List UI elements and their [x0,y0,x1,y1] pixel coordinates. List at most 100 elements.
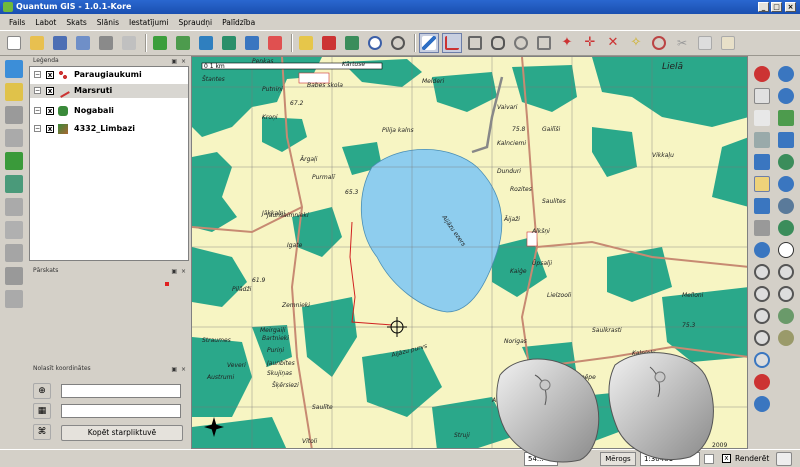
collapse-icon[interactable]: − [34,71,41,78]
new-project-button[interactable] [4,33,24,53]
table-icon[interactable] [754,110,770,126]
menu-file[interactable]: Fails [4,18,30,27]
zoom-selection-icon[interactable] [778,286,794,302]
show-layer-button[interactable] [365,33,385,53]
quick-print-icon[interactable] [778,154,794,170]
scale-input[interactable]: 1:30481 [640,452,700,466]
move-feature-button[interactable] [488,33,508,53]
layer-visibility-checkbox[interactable]: x [46,107,54,115]
plugin-tool-icon[interactable] [5,175,23,193]
identify-icon[interactable] [754,176,770,192]
legend-layer-row[interactable]: − x Nogabali [30,104,188,118]
render-checkbox[interactable]: x [722,454,731,463]
zoom-in-icon[interactable] [754,264,770,280]
plugin-icon[interactable] [778,330,794,346]
digitize-tool-icon[interactable] [5,106,23,124]
reshape-button[interactable] [511,33,531,53]
menu-settings[interactable]: Iestatījumi [124,18,174,27]
evis-icon[interactable] [778,308,794,324]
save-as-button[interactable] [73,33,93,53]
measure-tool-icon[interactable] [5,244,23,262]
add-raster-tool-icon[interactable] [5,83,23,101]
zoom-out-icon[interactable] [778,264,794,280]
add-ring-button[interactable]: ✧ [626,33,646,53]
capture-line-button[interactable] [442,33,462,53]
copyright-icon[interactable] [754,88,770,104]
add-postgis-button[interactable] [196,33,216,53]
grass-plugin-icon[interactable] [778,66,794,82]
collapse-icon[interactable]: − [34,87,41,94]
panel-buttons[interactable]: ▣ × [171,267,187,277]
legend-layer-row[interactable]: − x Paraugiaukumi [30,68,188,82]
cut-features-button[interactable]: ✂ [672,33,692,53]
refresh-icon[interactable] [754,352,770,368]
panel-buttons[interactable]: ▣ × [171,365,187,375]
save-project-button[interactable] [50,33,70,53]
globe-icon[interactable] [778,198,794,214]
georeference-icon[interactable] [778,176,794,192]
layers-legend[interactable]: − x Paraugiaukumi − x Marsruti − x Nogab… [29,66,189,261]
add-raster-layer-button[interactable] [173,33,193,53]
grid-tool-icon[interactable] [754,220,770,236]
collapse-icon[interactable]: − [34,125,41,132]
legend-layer-row[interactable]: − x 4332_Limbazi [30,122,188,136]
close-button[interactable]: × [785,2,796,12]
scale-button[interactable]: Mērogs [600,452,636,466]
split-features-button[interactable] [534,33,554,53]
node-tool-icon[interactable] [5,221,23,239]
hide-layer-button[interactable] [388,33,408,53]
add-vector-layer-button[interactable] [150,33,170,53]
select-icon[interactable] [778,110,794,126]
coordinate-field-1[interactable] [61,384,181,398]
menu-edit[interactable]: Labot [30,18,61,27]
show-all-layers-button[interactable] [296,33,316,53]
remove-layer-button[interactable] [319,33,339,53]
layer-visibility-checkbox[interactable]: x [46,87,54,95]
toggle-editing-button[interactable] [419,33,439,53]
layer-tool-icon[interactable] [754,198,770,214]
delete-selected-button[interactable] [649,33,669,53]
paste-features-button[interactable] [718,33,738,53]
c-icon[interactable] [778,88,794,104]
measure-line-icon[interactable] [754,374,770,390]
stop-render-icon[interactable] [704,454,714,464]
collapse-icon[interactable]: − [34,107,41,114]
mouse-coords-button[interactable]: ⌘ [33,424,51,440]
map-svg[interactable]: 0 1 km Penkas Kārtuse Štantes Babes skola Me… [192,57,748,449]
grid-coords-button[interactable]: ▦ [33,403,51,419]
snap-tool-icon[interactable] [5,267,23,285]
menu-view[interactable]: Skats [61,18,91,27]
copy-to-clipboard-button[interactable]: Kopēt starpliktuvē [61,425,183,441]
layer-visibility-checkbox[interactable]: x [46,71,54,79]
north-arrow-plugin-icon[interactable] [778,242,794,258]
pan-icon[interactable] [754,242,770,258]
add-vertex-button[interactable]: ✦ [557,33,577,53]
menu-help[interactable]: Palīdzība [217,18,260,27]
maximize-button[interactable]: □ [771,2,782,12]
minimize-button[interactable]: _ [758,2,769,12]
print-composer-button[interactable] [119,33,139,53]
d2s-icon[interactable] [754,132,770,148]
new-vector-button[interactable] [265,33,285,53]
grid-tool-icon[interactable] [5,152,23,170]
add-layer-tool-icon[interactable] [5,60,23,78]
move-vertex-button[interactable]: ✛ [580,33,600,53]
projection-icon[interactable] [776,452,792,466]
menu-layer[interactable]: Slānis [92,18,124,27]
delete-vertex-button[interactable]: ✕ [603,33,623,53]
legend-layer-row[interactable]: − x Marsruti [30,84,188,98]
help-icon[interactable] [754,396,770,412]
copy-features-button[interactable] [695,33,715,53]
database-icon[interactable] [754,154,770,170]
capture-polygon-button[interactable] [465,33,485,53]
menu-plugins[interactable]: Spraudņi [174,18,218,27]
map-canvas[interactable]: 0 1 km Penkas Kārtuse Štantes Babes skola Me… [191,56,748,449]
layer-properties-button[interactable] [342,33,362,53]
capture-coords-button[interactable]: ⊕ [33,383,51,399]
print-button[interactable] [96,33,116,53]
table-tool-icon[interactable] [5,290,23,308]
overview-panel[interactable] [29,278,189,360]
zoom-last-icon[interactable] [754,330,770,346]
open-project-button[interactable] [27,33,47,53]
add-spatialite-button[interactable] [219,33,239,53]
